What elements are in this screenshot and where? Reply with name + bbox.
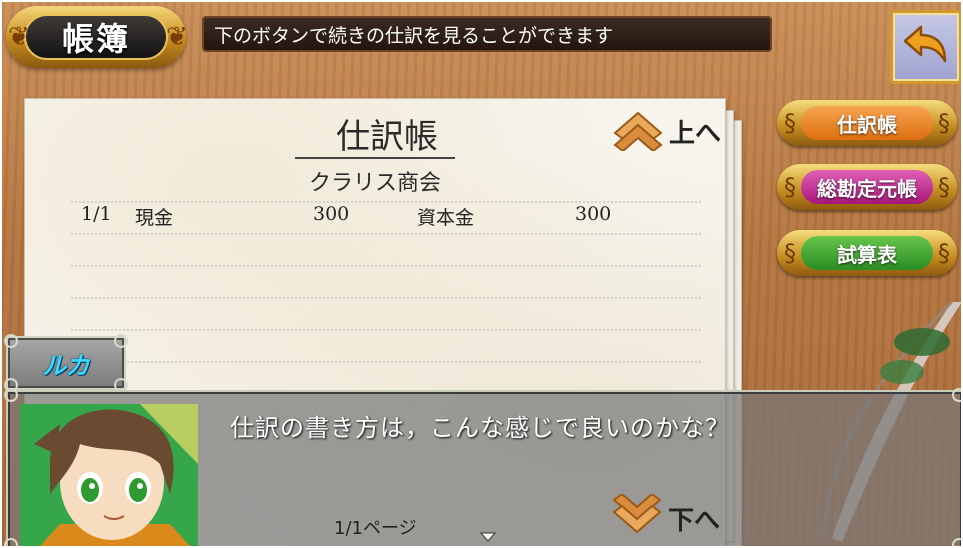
entry-credit-account: 資本金 [417, 207, 475, 229]
corner-ornament-icon [114, 334, 128, 348]
corner-ornament-icon [952, 388, 961, 402]
ruled-line [71, 329, 701, 331]
journal-title: 仕訳帳 [336, 117, 438, 157]
ornament-left-icon: § [784, 109, 796, 137]
menu-general-ledger-button[interactable]: § § 総勘定元帳 [777, 164, 957, 210]
dialogue-text: 仕訳の書き方は，こんな感じで良いのかな？ [230, 414, 730, 442]
ornament-right-icon: § [938, 173, 950, 201]
next-triangle-icon [480, 532, 496, 542]
ornament-right-icon: § [938, 239, 950, 267]
corner-ornament-icon [4, 334, 18, 348]
corner-ornament-icon [4, 538, 18, 546]
character-portrait [20, 404, 198, 546]
hint-bar: 下のボタンで続きの仕訳を見ることができます [202, 16, 772, 52]
entry-date: 1/1 [81, 203, 112, 225]
ruled-line [71, 265, 701, 267]
page-indicator: 1/1ページ [334, 518, 417, 539]
menu-journal-button[interactable]: § § 仕訳帳 [777, 100, 957, 146]
menu-journal-label: 仕訳帳 [801, 106, 933, 140]
chevron-down-icon [612, 492, 662, 534]
menu-trial-balance-button[interactable]: § § 試算表 [777, 230, 957, 276]
screen-title-plate: ❦ ❦ 帳簿 [6, 6, 188, 68]
page-up-button[interactable]: 上へ [611, 107, 721, 153]
chevron-up-icon [613, 111, 663, 153]
page-down-button[interactable]: 下へ [610, 492, 721, 540]
entry-debit-amount: 300 [313, 203, 350, 225]
corner-ornament-icon [4, 388, 18, 402]
speaker-name: ルカ [42, 351, 90, 380]
company-name: クラリス商会 [308, 171, 441, 196]
corner-ornament-icon [952, 538, 961, 546]
entry-credit-amount: 300 [575, 203, 612, 225]
back-arrow-icon [903, 25, 947, 63]
back-button[interactable] [890, 10, 961, 84]
screen-title: 帳簿 [61, 20, 130, 58]
ornament-left-icon: § [784, 239, 796, 267]
entry-debit-account: 現金 [135, 207, 174, 229]
ornament-right-icon: § [938, 109, 950, 137]
page-down-label: 下へ [668, 506, 721, 536]
ruled-line [71, 297, 701, 299]
game-screen: ❦ ❦ 帳簿 下のボタンで続きの仕訳を見ることができます 仕訳帳 クラリス商会 [2, 2, 961, 546]
title-underline [295, 157, 455, 159]
speaker-name-tag: ルカ [4, 334, 128, 392]
ruled-line [71, 361, 701, 363]
menu-general-ledger-label: 総勘定元帳 [801, 170, 933, 204]
ornament-left-icon: § [784, 173, 796, 201]
page-up-label: 上へ [669, 119, 722, 149]
menu-trial-balance-label: 試算表 [801, 236, 933, 270]
ruled-line [71, 233, 701, 235]
